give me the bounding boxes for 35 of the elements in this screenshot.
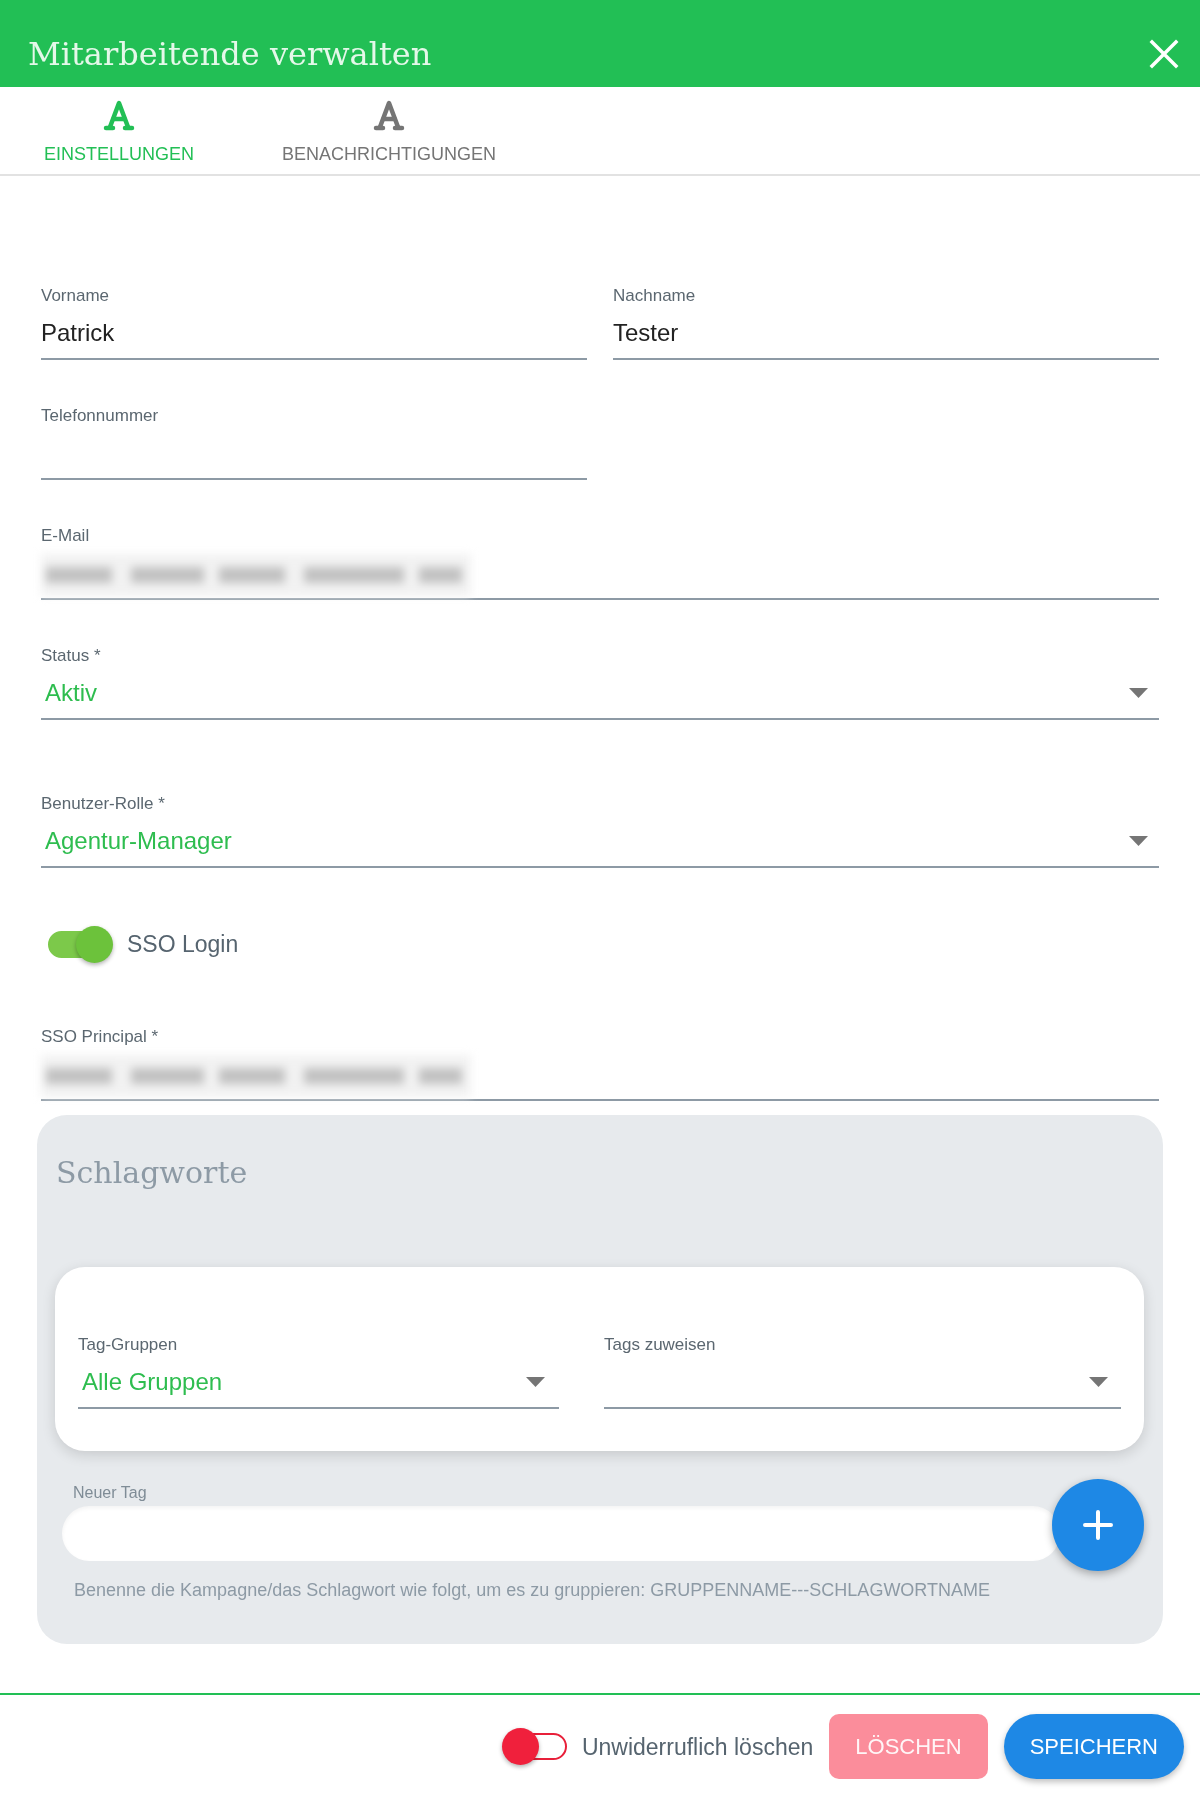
- save-button[interactable]: SPEICHERN: [1003, 1714, 1184, 1779]
- select-field[interactable]: Aktiv: [41, 667, 1159, 720]
- field-label: E-Mail: [41, 525, 90, 547]
- toggle-switch[interactable]: [47, 925, 113, 963]
- field-label: Neuer Tag: [73, 1483, 147, 1503]
- text-field[interactable]: Patrick: [41, 307, 587, 360]
- field-label: Tags zuweisen: [604, 1334, 716, 1356]
- select-field[interactable]: Alle Gruppen: [78, 1356, 559, 1409]
- tab[interactable]: EINSTELLUNGEN: [0, 87, 239, 174]
- tab[interactable]: BENACHRICHTIGUNGEN: [238, 87, 541, 174]
- toggle-label: SSO Login: [127, 930, 239, 958]
- close-button[interactable]: [1149, 38, 1179, 69]
- field-label: Tag-Gruppen: [78, 1334, 178, 1356]
- add-button[interactable]: [1052, 1479, 1144, 1571]
- toggle-switch[interactable]: [501, 1728, 568, 1765]
- field-label: SSO Principal *: [41, 1026, 159, 1048]
- field-label: Status *: [41, 645, 101, 667]
- panel-title: Schlagworte: [56, 1154, 249, 1192]
- select-field[interactable]: Agentur-Manager: [41, 815, 1159, 868]
- text-field[interactable]: Tester: [613, 307, 1159, 360]
- field-label: Nachname: [613, 285, 696, 307]
- hint-text: Benenne die Kampagne/das Schlagwort wie folgt, um es zu gruppieren: GRUPPENNAME---SCHLAGWORTNAME: [74, 1579, 992, 1601]
- field-label: Vorname: [41, 285, 110, 307]
- letter-a-icon: [373, 99, 406, 131]
- caret-icon: [1129, 835, 1148, 846]
- window-title: Mitarbeitende verwalten: [28, 33, 432, 74]
- caret-icon: [526, 1376, 545, 1387]
- letter-a-icon: [103, 99, 135, 131]
- field-label: Telefonnummer: [41, 405, 159, 427]
- caret-icon: [1129, 687, 1148, 698]
- close-icon: [1149, 38, 1179, 69]
- field-label: Benutzer-Rolle *: [41, 793, 165, 815]
- plus-icon: [1083, 1510, 1113, 1540]
- toggle-label: Unwiderruflich löschen: [581, 1732, 814, 1761]
- caret-icon: [1089, 1376, 1108, 1387]
